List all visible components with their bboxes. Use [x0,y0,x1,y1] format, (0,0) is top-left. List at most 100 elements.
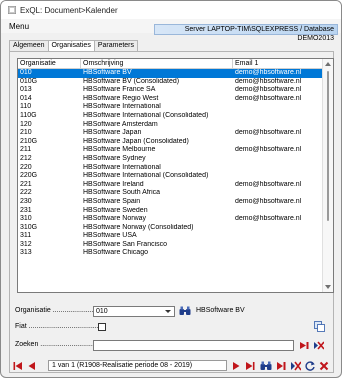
tab-algemeen[interactable]: Algemeen [9,40,49,51]
record-navigator: 1 van 1 (R1908-Realisatie periode 08 - 2… [9,359,334,373]
tab-parameters[interactable]: Parameters [93,40,139,51]
cell-email: demo@hbsoftware.nl [235,86,302,94]
organisatie-combobox[interactable]: 010 [93,306,175,317]
table-row[interactable]: 220 HBSoftware International [18,164,323,173]
cell-email: demo@hbsoftware.nl [235,69,302,76]
cell-email [233,189,323,198]
cell-organisatie: 010G [20,77,38,85]
cell-organisatie: 010 [20,69,32,76]
cell-organisatie: 311 [20,232,32,240]
table-row[interactable]: 212 HBSoftware Sydney [18,155,323,164]
table-row[interactable]: 310G HBSoftware Norway (Consolidated) [18,224,323,233]
cell-organisatie: 230 [20,197,32,205]
app-icon [8,6,16,14]
table-row[interactable]: 014 HBSoftware Regio West demo@hbsoftware.… [18,95,323,104]
scroll-thumb[interactable] [327,71,329,221]
cell-omschrijving: HBSoftware BV (Consolidated) [83,77,180,85]
table-row[interactable]: 310 HBSoftware Norway demo@hbsoftware.nl [18,215,323,224]
chevron-down-icon[interactable] [165,310,171,313]
table-row[interactable]: 110 HBSoftware International [18,103,323,112]
vertical-scrollbar[interactable] [322,59,333,292]
table-row[interactable]: 211 HBSoftware Melbourne demo@hbsoftware.n… [18,146,323,155]
last-record-icon[interactable] [245,361,255,371]
table-row[interactable]: 222 HBSoftware South Africa [18,189,323,198]
cell-organisatie: 310G [20,223,38,231]
table-row[interactable]: 231 HBSoftware Sweden [18,207,323,216]
find-icon[interactable] [260,361,272,371]
scroll-up-icon[interactable] [325,62,331,66]
cell-organisatie: 212 [20,154,32,162]
first-record-icon[interactable] [13,361,23,371]
cell-organisatie: 210G [20,137,38,145]
cell-organisatie: 014 [20,94,32,102]
cell-organisatie: 312 [20,240,32,248]
cell-omschrijving: HBSoftware Regio West [83,94,159,102]
organisations-grid[interactable]: Organisatie Omschrijving Email 1 010 HBSo… [17,58,334,293]
search-clear-icon[interactable] [314,341,324,350]
cell-organisatie: 120 [20,120,32,128]
cell-omschrijving: HBSoftware Japan (Consolidated) [83,137,189,145]
zoeken-input[interactable] [93,340,294,351]
cell-email [233,172,323,181]
table-row[interactable]: 313 HBSoftware Chicago [18,249,323,258]
cell-omschrijving: HBSoftware France SA [83,86,156,94]
grid-header: Organisatie Omschrijving Email 1 [18,59,323,69]
previous-record-icon[interactable] [27,361,37,371]
table-row[interactable]: 221 HBSoftware Ireland demo@hbsoftware.nl [18,181,323,190]
table-row[interactable]: 210 HBSoftware Japan demo@hbsoftware.nl [18,129,323,138]
cell-email: demo@hbsoftware.nl [235,197,302,205]
search-next-icon[interactable] [300,341,310,350]
cell-organisatie: 211 [20,146,32,154]
column-header-omschrijving[interactable]: Omschrijving [81,59,233,68]
tab-strip: Algemeen Organisaties Parameters [9,40,139,52]
cell-omschrijving: HBSoftware USA [83,232,137,240]
cell-omschrijving: HBSoftware International (Consolidated) [83,172,209,180]
delete-icon[interactable] [319,361,329,371]
scroll-down-icon[interactable] [325,285,331,289]
table-row[interactable]: 311 HBSoftware USA [18,232,323,241]
server-info-bar: Server LAPTOP-TIM\SQLEXPRESS / Database … [154,24,338,42]
cell-email [233,224,323,233]
cell-omschrijving: HBSoftware Norway [83,215,147,223]
cell-organisatie: 220G [20,172,38,180]
cell-omschrijving: HBSoftware South Africa [83,189,161,197]
cell-omschrijving: HBSoftware San Francisco [83,240,168,248]
table-row[interactable]: 230 HBSoftware Spain demo@hbsoftware.nl [18,198,323,207]
table-row[interactable]: 120 HBSoftware Amsterdam [18,121,323,130]
table-row[interactable]: 010 HBSoftware BV demo@hbsoftware.nl [18,69,323,78]
find-next-icon[interactable] [277,361,287,371]
table-row[interactable]: 312 HBSoftware San Francisco [18,241,323,250]
cell-omschrijving: HBSoftware Amsterdam [83,120,158,128]
column-header-email[interactable]: Email 1 [233,59,323,68]
next-record-icon[interactable] [231,361,241,371]
cell-omschrijving: HBSoftware BV [83,69,132,76]
clear-filter-icon[interactable] [291,361,301,371]
cell-organisatie: 313 [20,249,32,257]
cell-email: demo@hbsoftware.nl [235,146,302,154]
record-position-text: 1 van 1 (R1908-Realisatie periode 08 - 2… [52,362,193,369]
cell-omschrijving: HBSoftware Sweden [83,206,148,214]
menu-button[interactable]: Menu [9,22,29,31]
table-row[interactable]: 110G HBSoftware International (Consolidat… [18,112,323,121]
fiat-checkbox[interactable] [98,323,106,331]
refresh-icon[interactable] [305,361,315,371]
zoeken-label: Zoeken ................................. [15,341,105,348]
column-header-organisatie[interactable]: Organisatie [18,59,81,68]
table-row[interactable]: 220G HBSoftware International (Consolidat… [18,172,323,181]
cell-email: demo@hbsoftware.nl [235,129,302,137]
cell-email [233,207,323,216]
cell-omschrijving: HBSoftware Chicago [83,249,148,257]
organisatie-label: Organisatie ...................... [15,307,96,314]
app-window: ExQL: Document>Kalender Menu Server LAPT… [0,0,342,378]
table-row[interactable]: 210G HBSoftware Japan (Consolidated) [18,138,323,147]
cell-organisatie: 110 [20,103,32,111]
cell-email [233,241,323,250]
organisatie-value: 010 [96,308,108,315]
copy-icon[interactable] [314,321,325,332]
cell-omschrijving: HBSoftware Spain [83,197,141,205]
cell-email: demo@hbsoftware.nl [235,77,302,85]
table-row[interactable]: 013 HBSoftware France SA demo@hbsoftware.n… [18,86,323,95]
binoculars-icon[interactable] [179,306,191,316]
table-row[interactable]: 010G HBSoftware BV (Consolidated) demo@hbs… [18,78,323,87]
organisatie-name: HBSoftware BV [196,307,245,314]
